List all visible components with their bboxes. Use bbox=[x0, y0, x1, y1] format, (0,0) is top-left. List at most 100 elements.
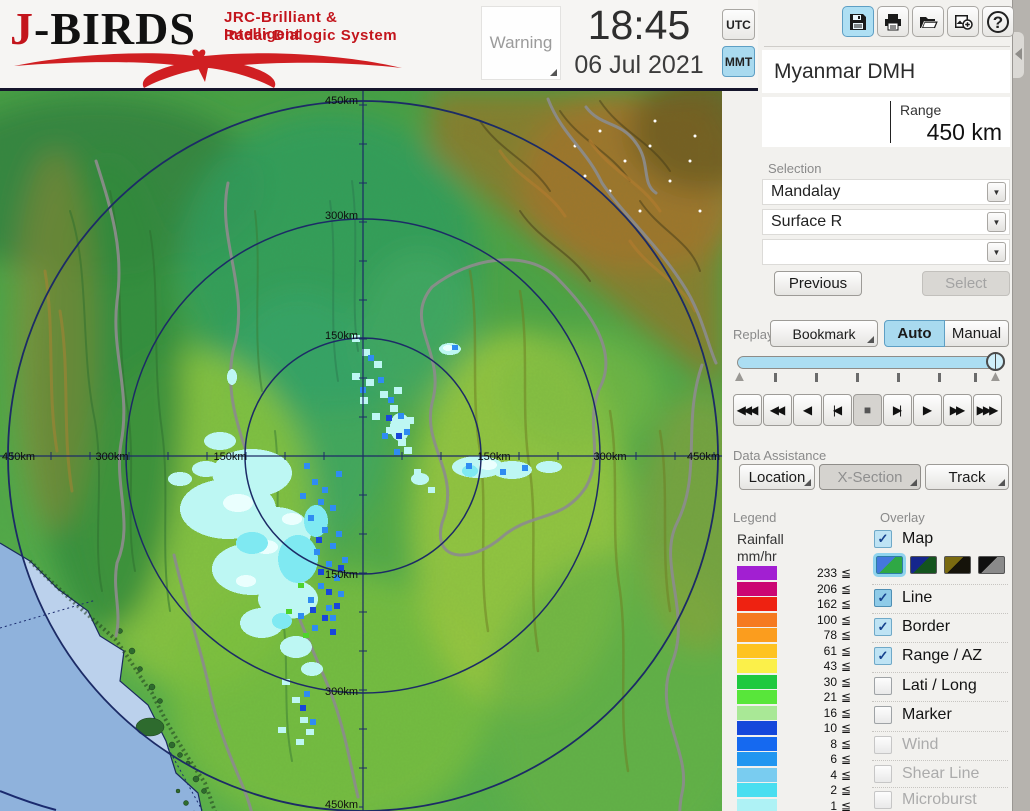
help-button[interactable]: ? bbox=[982, 6, 1014, 37]
map-style-swatch-2[interactable] bbox=[910, 556, 937, 574]
legend-swatch bbox=[737, 582, 777, 596]
divider bbox=[872, 672, 1008, 673]
save-icon bbox=[848, 12, 868, 32]
divider bbox=[764, 46, 1010, 47]
previous-button[interactable]: Previous bbox=[774, 271, 862, 296]
auto-button[interactable]: Auto bbox=[884, 320, 945, 347]
select-button[interactable]: Select bbox=[922, 271, 1010, 296]
x-section-button[interactable]: X-Section bbox=[819, 464, 921, 490]
legend-entry: 100≦ bbox=[737, 613, 847, 628]
timeline-start-marker[interactable]: ▲ bbox=[732, 371, 747, 383]
checkbox-lati-long[interactable] bbox=[874, 677, 892, 695]
map-style-swatch-1[interactable] bbox=[876, 556, 903, 574]
step-forward-button[interactable]: ▶| bbox=[883, 394, 912, 426]
checkbox-marker[interactable] bbox=[874, 706, 892, 724]
open-folder-button[interactable] bbox=[912, 6, 944, 37]
svg-text:150km: 150km bbox=[325, 569, 358, 581]
mmt-button[interactable]: MMT bbox=[722, 46, 755, 77]
track-button[interactable]: Track bbox=[925, 464, 1009, 490]
legend-entry: 2≦ bbox=[737, 783, 847, 798]
capture-image-button[interactable] bbox=[947, 6, 979, 37]
panel-splitter[interactable] bbox=[1012, 0, 1030, 811]
map-style-swatch-4[interactable] bbox=[978, 556, 1005, 574]
checkbox-range-az[interactable]: ✓ bbox=[874, 647, 892, 665]
checkbox-line[interactable]: ✓ bbox=[874, 589, 892, 607]
site-select[interactable]: Mandalay ▼ bbox=[762, 179, 1010, 205]
replay-timeline-slider[interactable] bbox=[737, 356, 1005, 369]
range-value: 450 km bbox=[927, 119, 1002, 146]
utc-button[interactable]: UTC bbox=[722, 9, 755, 40]
timeline-tick bbox=[856, 373, 859, 382]
svg-text:300km: 300km bbox=[325, 210, 358, 222]
legend-swatch bbox=[737, 644, 777, 658]
chevron-down-icon[interactable]: ▼ bbox=[987, 182, 1006, 202]
legend-swatch bbox=[737, 768, 777, 782]
svg-text:300km: 300km bbox=[325, 686, 358, 698]
chevron-down-icon[interactable]: ▼ bbox=[987, 242, 1006, 262]
timeline-end-marker[interactable]: ▲ bbox=[988, 371, 1003, 383]
timeline-tick bbox=[774, 373, 777, 382]
clock-time: 18:45 bbox=[565, 2, 713, 49]
manual-button[interactable]: Manual bbox=[945, 320, 1009, 347]
legend-entry: 206≦ bbox=[737, 582, 847, 597]
checkbox-microburst[interactable] bbox=[874, 791, 892, 809]
legend-entry: 16≦ bbox=[737, 706, 847, 721]
stop-button[interactable]: ■ bbox=[853, 394, 882, 426]
legend-swatch bbox=[737, 675, 777, 689]
print-icon bbox=[883, 12, 903, 32]
jbirds-app: { "header": { "logo": { "title_red": "J"… bbox=[0, 0, 1030, 811]
legend-swatch bbox=[737, 628, 777, 642]
range-label: Range bbox=[900, 102, 941, 118]
legend-entry: 6≦ bbox=[737, 752, 847, 767]
svg-text:150km: 150km bbox=[213, 451, 246, 463]
rewind-fast-button[interactable]: ◀◀◀ bbox=[733, 394, 762, 426]
forward-button[interactable]: ▶▶ bbox=[943, 394, 972, 426]
option-select[interactable]: ▼ bbox=[762, 239, 1010, 265]
legend-entry: 78≦ bbox=[737, 628, 847, 643]
legend-swatch bbox=[737, 721, 777, 735]
checkbox-map[interactable]: ✓ bbox=[874, 530, 892, 548]
svg-text:150km: 150km bbox=[477, 451, 510, 463]
warning-panel[interactable]: Warning bbox=[481, 6, 561, 80]
timeline-tick bbox=[815, 373, 818, 382]
step-back-button[interactable]: |◀ bbox=[823, 394, 852, 426]
overlay-item-shear-line: Shear Line bbox=[872, 765, 1010, 785]
play-button[interactable]: ▶ bbox=[913, 394, 942, 426]
save-button[interactable] bbox=[842, 6, 874, 37]
timeline-tick bbox=[974, 373, 977, 382]
legend-swatch bbox=[737, 752, 777, 766]
checkbox-border[interactable]: ✓ bbox=[874, 618, 892, 636]
svg-text:450km: 450km bbox=[325, 799, 358, 811]
bookmark-button[interactable]: Bookmark bbox=[770, 320, 878, 347]
legend-entry: 8≦ bbox=[737, 737, 847, 752]
header-bar: J-BIRDS JRC-Brilliant & Intelligent Rada… bbox=[0, 0, 758, 91]
legend-entry: 61≦ bbox=[737, 644, 847, 659]
clock-date: 06 Jul 2021 bbox=[558, 51, 720, 80]
forward-fast-button[interactable]: ▶▶▶ bbox=[973, 394, 1002, 426]
svg-text:450km: 450km bbox=[2, 451, 35, 463]
divider bbox=[890, 101, 891, 143]
print-button[interactable] bbox=[877, 6, 909, 37]
play-reverse-button[interactable]: ◀ bbox=[793, 394, 822, 426]
radar-map[interactable]: 450km 300km 150km 150km 300km 450km 450k… bbox=[0, 91, 722, 811]
product-select-value: Surface R bbox=[771, 213, 842, 231]
legend-entry: 30≦ bbox=[737, 675, 847, 690]
radar-map-viewport[interactable]: 450km 300km 150km 150km 300km 450km 450k… bbox=[0, 91, 722, 811]
map-style-swatch-3[interactable] bbox=[944, 556, 971, 574]
legend-unit-1: Rainfall bbox=[737, 531, 784, 547]
rewind-button[interactable]: ◀◀ bbox=[763, 394, 792, 426]
svg-text:300km: 300km bbox=[95, 451, 128, 463]
logo-subtitle-2: Radar Dialogic System bbox=[224, 27, 397, 44]
checkbox-wind[interactable] bbox=[874, 736, 892, 754]
image-add-icon bbox=[953, 12, 973, 32]
overlay-item-lati-long: Lati / Long bbox=[872, 677, 1010, 697]
svg-text:150km: 150km bbox=[325, 330, 358, 342]
svg-text:300km: 300km bbox=[593, 451, 626, 463]
location-button[interactable]: Location bbox=[739, 464, 815, 490]
product-select[interactable]: Surface R ▼ bbox=[762, 209, 1010, 235]
chevron-down-icon[interactable]: ▼ bbox=[987, 212, 1006, 232]
checkbox-shear-line[interactable] bbox=[874, 765, 892, 783]
overlay-item-line: ✓ Line bbox=[872, 589, 1010, 609]
divider bbox=[872, 787, 1008, 788]
svg-text:450km: 450km bbox=[325, 95, 358, 107]
